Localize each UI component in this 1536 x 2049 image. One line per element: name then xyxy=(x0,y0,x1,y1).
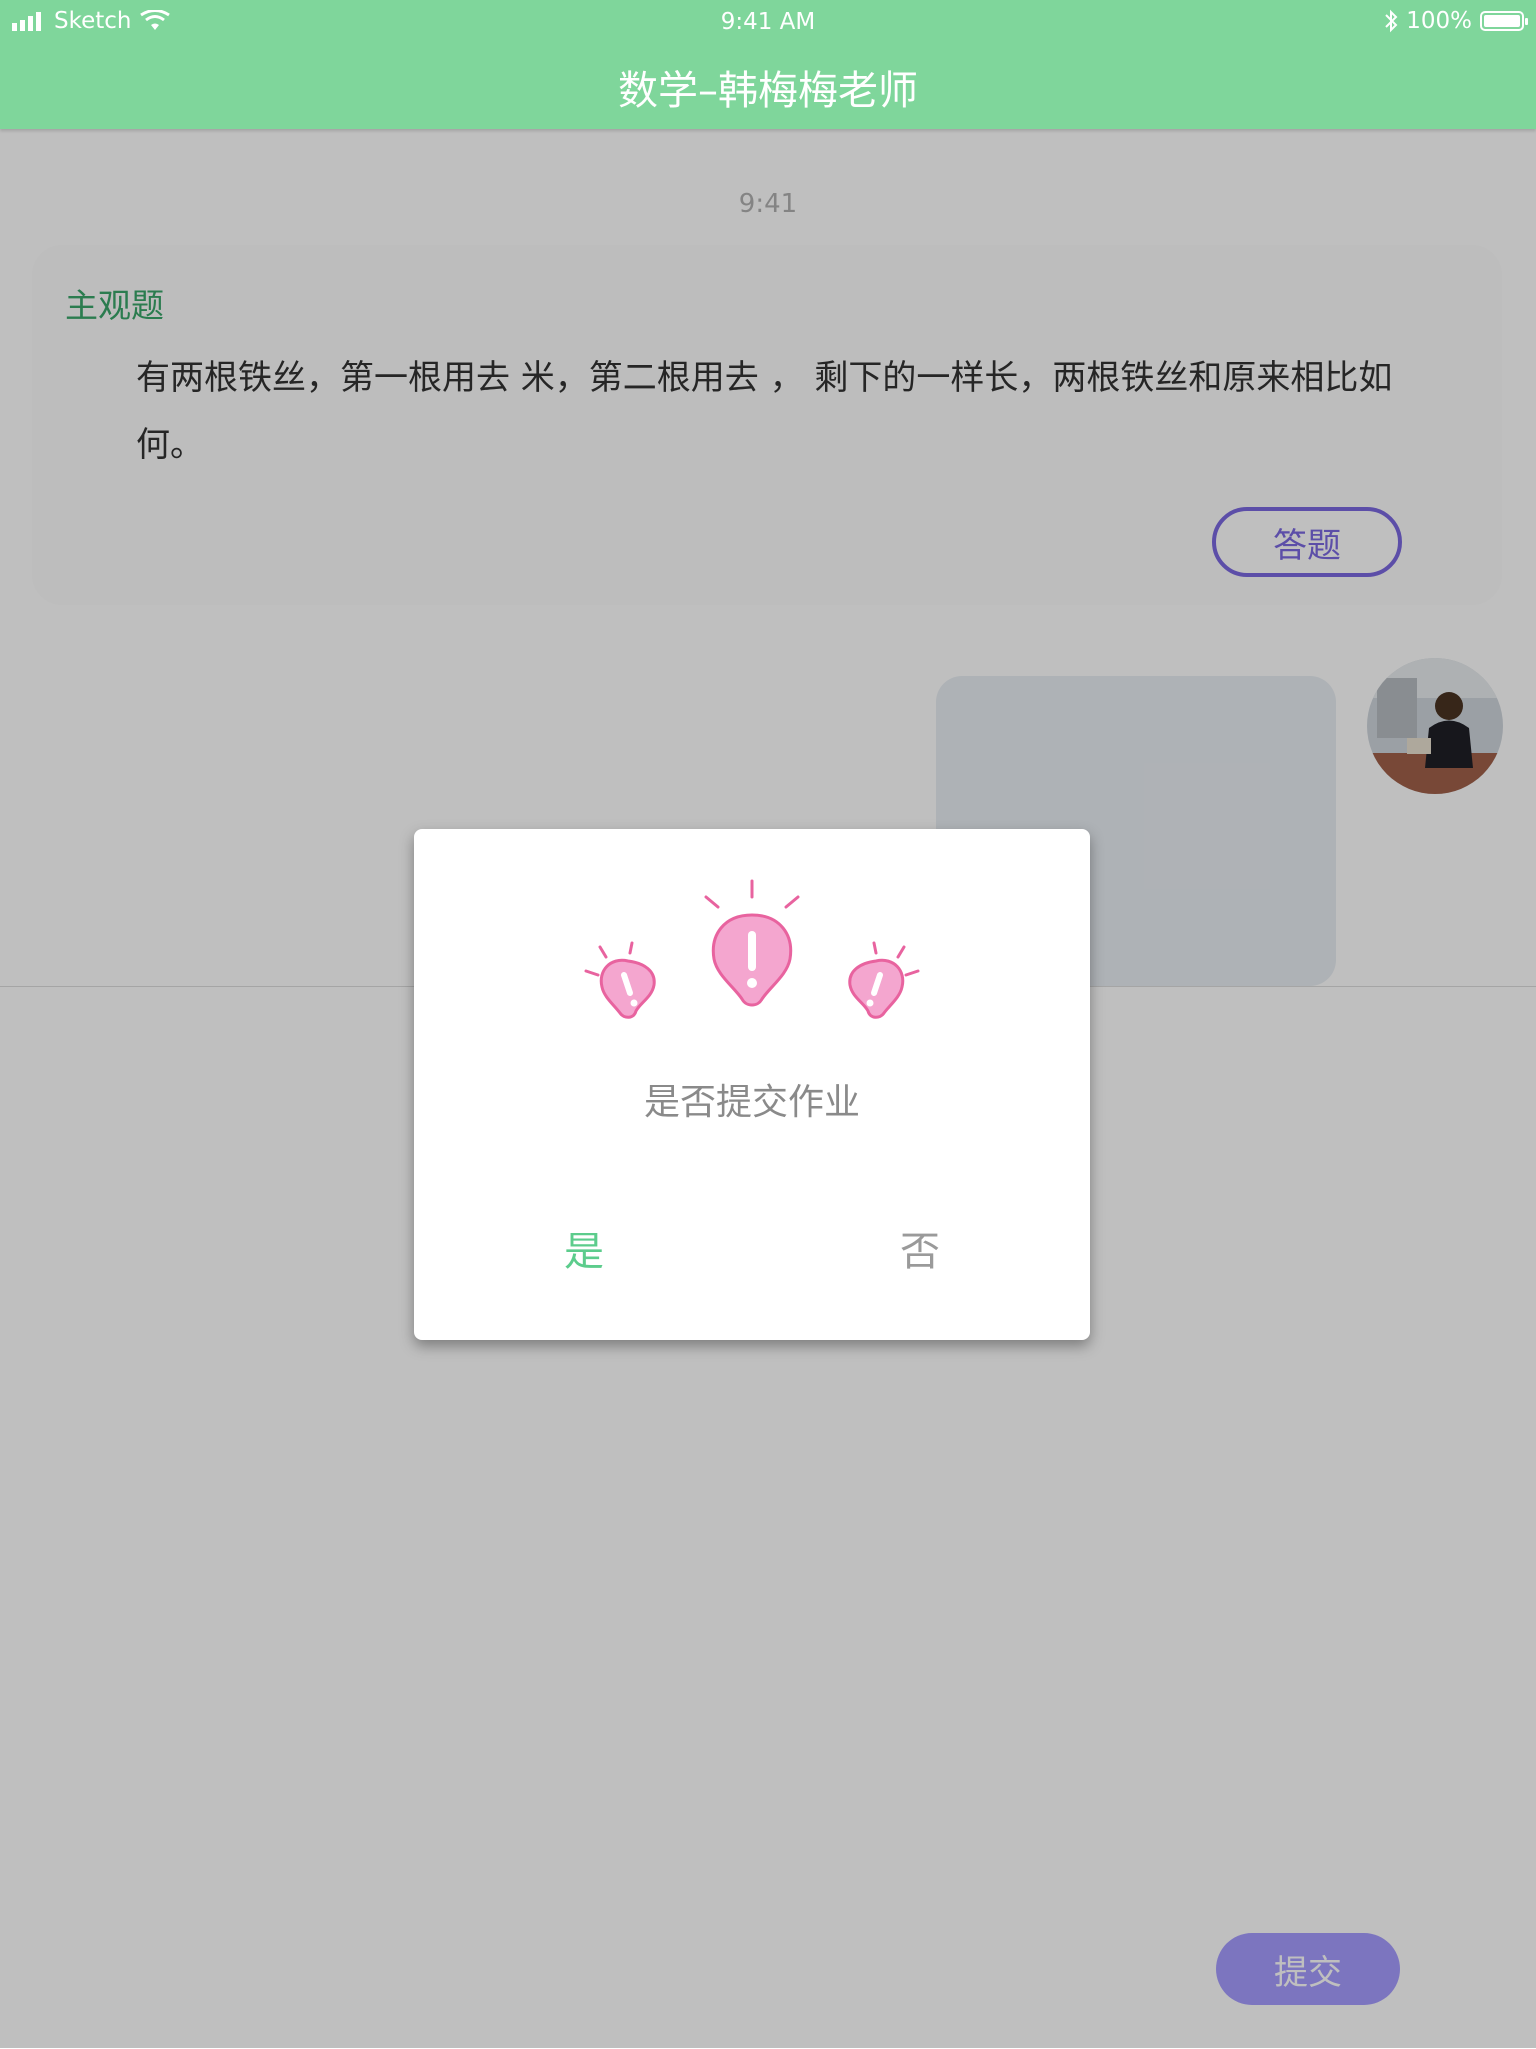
page-title: 数学–韩梅梅老师 xyxy=(618,68,918,114)
lightbulb-alert-icon xyxy=(584,879,920,1019)
confirm-yes-button[interactable]: 是 xyxy=(534,1213,634,1283)
confirm-dialog: 是否提交作业 是 否 xyxy=(414,829,1090,1340)
status-right: 100% xyxy=(1384,8,1528,34)
battery-percent: 100% xyxy=(1406,8,1472,34)
confirm-no-button[interactable]: 否 xyxy=(870,1213,970,1283)
status-time: 9:41 AM xyxy=(720,9,816,35)
battery-icon xyxy=(1480,11,1528,31)
dialog-message: 是否提交作业 xyxy=(643,1082,860,1123)
status-bar: Sketch 9:41 AM 100% xyxy=(0,0,1536,44)
top-bar: Sketch 9:41 AM 100% 数学–韩梅梅老师 xyxy=(0,0,1536,129)
bluetooth-icon xyxy=(1385,9,1398,33)
